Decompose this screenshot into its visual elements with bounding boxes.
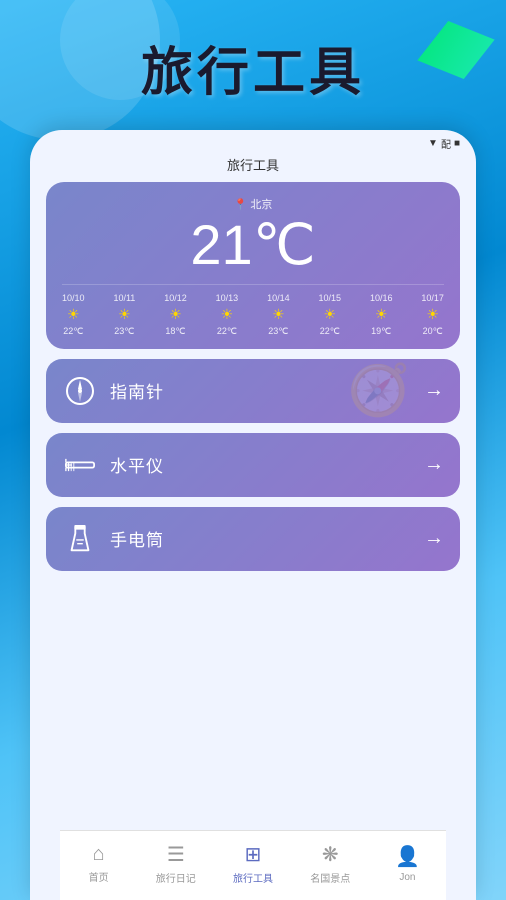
spots-icon: ❋: [322, 842, 339, 867]
forecast-temp-5: 22℃: [320, 326, 340, 337]
forecast-date-3: 10/13: [216, 293, 239, 303]
forecast-date-6: 10/16: [370, 293, 393, 303]
forecast-icon-5: ☀: [324, 306, 337, 323]
forecast-date-5: 10/15: [319, 293, 342, 303]
forecast-icon-2: ☀: [169, 306, 182, 323]
level-icon: [65, 453, 95, 477]
forecast-temp-4: 23℃: [268, 326, 288, 337]
compass-arrow-icon: →: [424, 379, 444, 402]
flashlight-icon-wrap: [62, 521, 98, 557]
nav-item-diary[interactable]: ☰ 旅行日记: [137, 842, 214, 885]
forecast-day-0: 10/10 ☀ 22℃: [62, 293, 85, 337]
compass-icon-wrap: [62, 373, 98, 409]
forecast-icon-7: ☀: [426, 306, 439, 323]
compass-tool-card[interactable]: 指南针 🧭 →: [46, 359, 460, 423]
forecast-date-0: 10/10: [62, 293, 85, 303]
forecast-icon-3: ☀: [221, 306, 234, 323]
nav-label-spots: 名国景点: [310, 870, 350, 885]
profile-icon: 👤: [395, 844, 420, 869]
weather-forecast: 10/10 ☀ 22℃ 10/11 ☀ 23℃ 10/12 ☀ 18℃ 10/1…: [62, 284, 444, 337]
level-arrow-icon: →: [424, 453, 444, 476]
forecast-day-6: 10/16 ☀ 19℃: [370, 293, 393, 337]
forecast-temp-0: 22℃: [63, 326, 83, 337]
forecast-date-4: 10/14: [267, 293, 290, 303]
forecast-day-4: 10/14 ☀ 23℃: [267, 293, 290, 337]
forecast-temp-2: 18℃: [165, 326, 185, 337]
forecast-date-2: 10/12: [164, 293, 187, 303]
forecast-icon-6: ☀: [375, 306, 388, 323]
flashlight-icon: [67, 524, 93, 554]
nav-label-profile: Jon: [399, 872, 415, 883]
forecast-temp-6: 19℃: [371, 326, 391, 337]
nav-label-tools: 旅行工具: [233, 870, 273, 885]
level-tool-card[interactable]: 水平仪 →: [46, 433, 460, 497]
level-tool-left: 水平仪: [62, 447, 164, 483]
flashlight-tool-name: 手电筒: [110, 526, 164, 551]
forecast-date-7: 10/17: [421, 293, 444, 303]
level-tool-name: 水平仪: [110, 452, 164, 477]
tools-icon: ⊞: [245, 842, 262, 867]
forecast-icon-0: ☀: [67, 306, 80, 323]
home-icon: ⌂: [93, 843, 105, 866]
forecast-day-3: 10/13 ☀ 22℃: [216, 293, 239, 337]
level-icon-wrap: [62, 447, 98, 483]
flashlight-arrow-icon: →: [424, 527, 444, 550]
location-text: 北京: [250, 196, 272, 212]
compass-tool-name: 指南针: [110, 378, 164, 403]
flashlight-tool-card[interactable]: 手电筒 →: [46, 507, 460, 571]
weather-location: 📍 北京: [62, 196, 444, 212]
phone-mockup: ▼ 配 ■ 旅行工具 📍 北京 21℃ 10/10 ☀ 22℃ 10/11 ☀ …: [30, 130, 476, 900]
nav-item-home[interactable]: ⌂ 首页: [60, 843, 137, 884]
forecast-day-7: 10/17 ☀ 20℃: [421, 293, 444, 337]
nav-item-spots[interactable]: ❋ 名国景点: [292, 842, 369, 885]
phone-header-title: 旅行工具: [227, 158, 279, 173]
weather-temperature: 21℃: [62, 214, 444, 276]
nav-item-tools[interactable]: ⊞ 旅行工具: [214, 842, 291, 885]
status-bar: ▼ 配 ■: [30, 130, 476, 153]
app-title: 旅行工具: [0, 30, 506, 105]
nav-label-home: 首页: [89, 869, 109, 884]
diary-icon: ☰: [167, 842, 185, 867]
forecast-date-1: 10/11: [113, 293, 135, 303]
status-icons: ▼ 配 ■: [428, 136, 460, 151]
forecast-temp-3: 22℃: [217, 326, 237, 337]
weather-card: 📍 北京 21℃ 10/10 ☀ 22℃ 10/11 ☀ 23℃ 10/12 ☀…: [46, 182, 460, 349]
signal-icon: ▼: [428, 138, 438, 149]
phone-header: 旅行工具: [30, 153, 476, 182]
forecast-day-5: 10/15 ☀ 22℃: [319, 293, 342, 337]
compass-bg-silhouette: 🧭: [348, 359, 410, 423]
forecast-icon-1: ☀: [118, 306, 131, 323]
compass-icon: [65, 376, 95, 406]
location-pin-icon: 📍: [234, 198, 248, 211]
phone-content: 📍 北京 21℃ 10/10 ☀ 22℃ 10/11 ☀ 23℃ 10/12 ☀…: [30, 182, 476, 571]
forecast-day-2: 10/12 ☀ 18℃: [164, 293, 187, 337]
compass-tool-left: 指南针: [62, 373, 164, 409]
app-title-area: 旅行工具: [0, 30, 506, 105]
forecast-icon-4: ☀: [272, 306, 285, 323]
flashlight-tool-left: 手电筒: [62, 521, 164, 557]
forecast-day-1: 10/11 ☀ 23℃: [113, 293, 135, 337]
forecast-temp-1: 23℃: [114, 326, 134, 337]
forecast-temp-7: 20℃: [423, 326, 443, 337]
nav-item-profile[interactable]: 👤 Jon: [369, 844, 446, 883]
battery-label: 配: [441, 136, 451, 151]
battery-icon: ■: [454, 138, 460, 149]
bottom-nav: ⌂ 首页 ☰ 旅行日记 ⊞ 旅行工具 ❋ 名国景点 👤 Jon: [60, 830, 446, 900]
nav-label-diary: 旅行日记: [156, 870, 196, 885]
